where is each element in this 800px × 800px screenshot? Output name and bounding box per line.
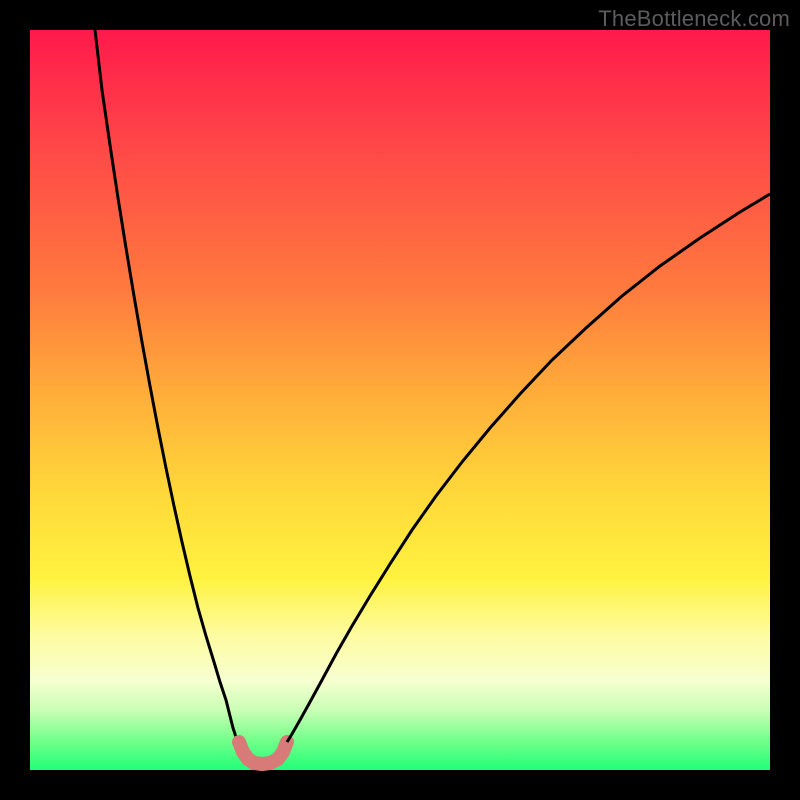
chart-plot-area — [30, 30, 770, 770]
curve-valley — [239, 742, 287, 764]
watermark-text: TheBottleneck.com — [598, 6, 790, 32]
curve-left-branch — [95, 30, 239, 742]
curve-right-branch — [287, 194, 770, 742]
outer-frame: TheBottleneck.com — [0, 0, 800, 800]
bottleneck-curve — [30, 30, 770, 770]
